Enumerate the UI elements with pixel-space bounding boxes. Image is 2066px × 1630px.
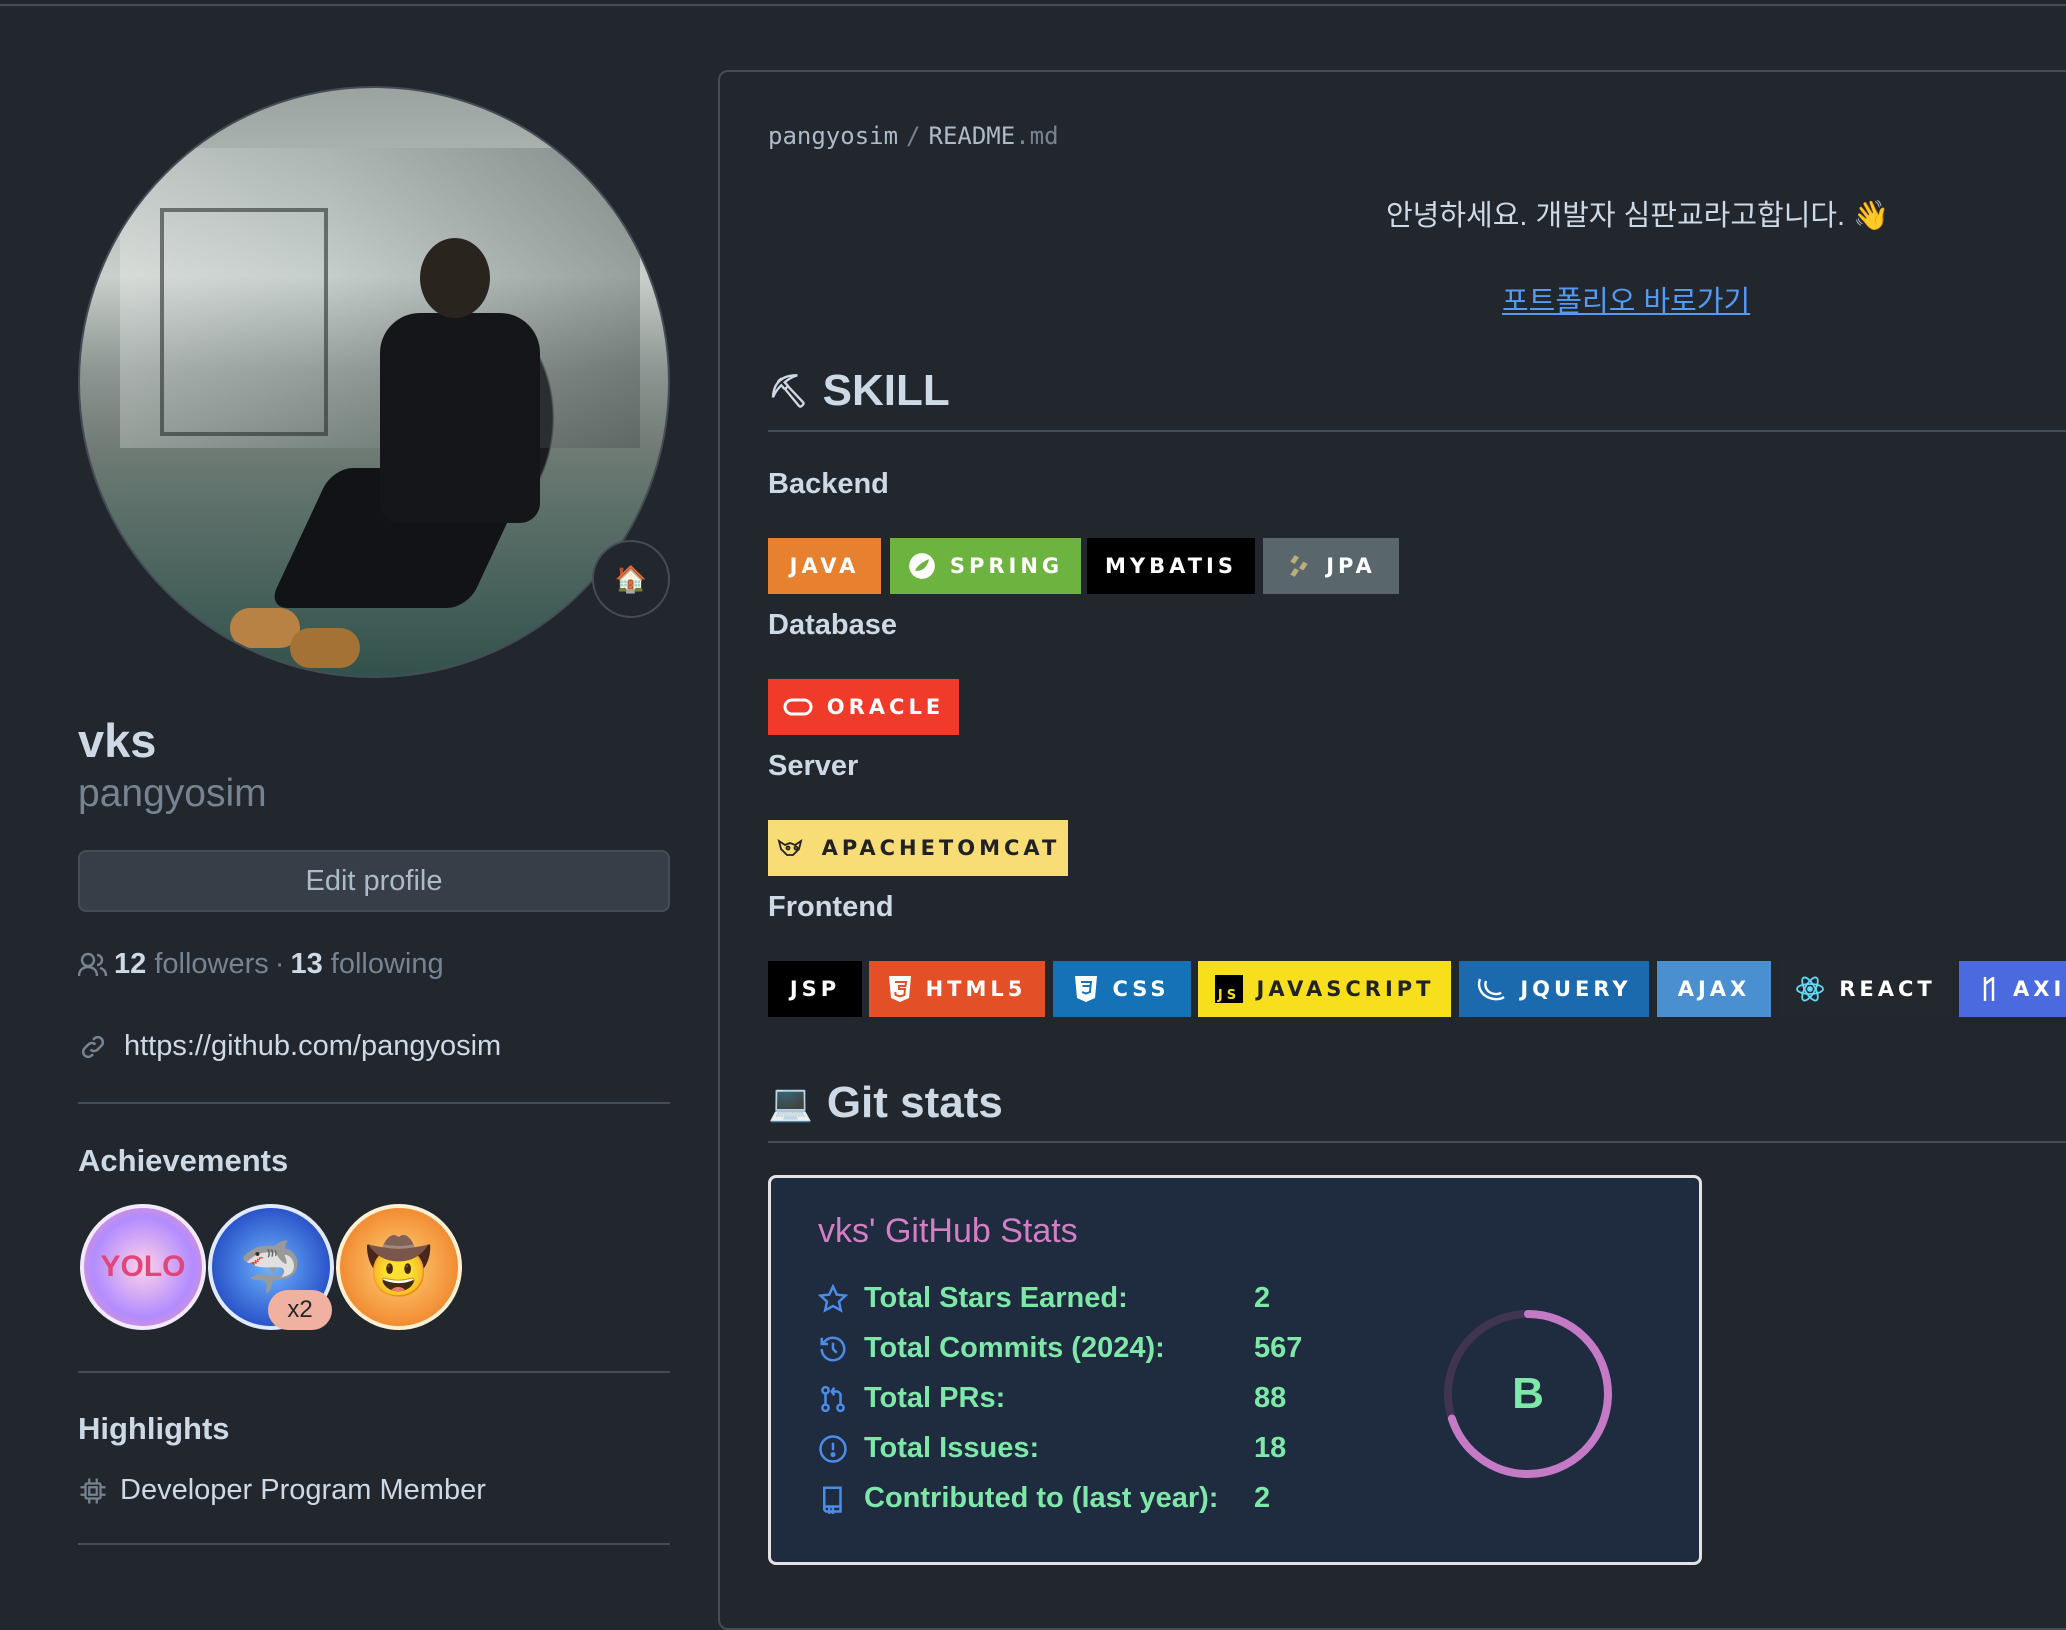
html5-icon <box>888 976 911 1002</box>
stat-row-commits: Total Commits (2024): 567 <box>818 1332 1302 1365</box>
follow-stats: 12 followers · 13 following <box>78 948 444 981</box>
highlight-item: Developer Program Member <box>78 1474 486 1507</box>
spring-icon <box>909 553 935 579</box>
database-heading: Database <box>768 609 897 641</box>
issue-icon <box>819 1434 847 1463</box>
pull-request-icon <box>821 1385 845 1412</box>
portfolio-link[interactable]: 포트폴리오 바로가기 <box>1502 278 1750 320</box>
react-icon <box>1796 976 1825 1002</box>
following-link[interactable]: 13 following <box>290 948 443 981</box>
repo-icon <box>823 1486 842 1514</box>
status-emoji-button[interactable]: 🏠 <box>592 540 670 618</box>
stats-title: vks' GitHub Stats <box>818 1212 1078 1250</box>
pick-icon: ⛏ <box>768 373 809 409</box>
grade-ring: B <box>1444 1310 1612 1478</box>
website-row: https://github.com/pangyosim <box>78 1030 501 1063</box>
stat-row-prs: Total PRs: 88 <box>818 1382 1286 1415</box>
achievements-heading: Achievements <box>78 1143 289 1178</box>
badge-javascript[interactable]: JS JAVASCRIPT <box>1198 961 1451 1017</box>
laptop-icon: 💻 <box>768 1082 813 1123</box>
oracle-icon <box>783 698 813 716</box>
website-link[interactable]: https://github.com/pangyosim <box>124 1030 501 1063</box>
profile-avatar[interactable] <box>78 86 670 678</box>
readme-path: pangyosim / README.md <box>768 122 1059 150</box>
axios-icon <box>1983 977 1995 1001</box>
badge-spring[interactable]: SPRING <box>890 538 1081 594</box>
highlights-heading: Highlights <box>78 1411 230 1446</box>
star-icon <box>818 1283 848 1313</box>
badge-apachetomcat[interactable]: APACHETOMCAT <box>768 820 1068 876</box>
badge-ajax[interactable]: AJAX <box>1657 961 1771 1017</box>
badge-css[interactable]: CSS <box>1053 961 1191 1017</box>
house-icon: 🏠 <box>614 563 648 594</box>
readme-greeting: 안녕하세요. 개발자 심판교라고합니다. 👋 <box>1386 200 1890 232</box>
divider <box>768 430 2066 432</box>
badge-jquery[interactable]: JQUERY <box>1459 961 1649 1017</box>
badge-html5[interactable]: HTML5 <box>869 961 1045 1017</box>
badge-mybatis[interactable]: MYBATIS <box>1087 538 1255 594</box>
javascript-icon: JS <box>1214 975 1243 1003</box>
svg-text:JS: JS <box>1216 988 1239 1003</box>
frontend-heading: Frontend <box>768 891 894 923</box>
badge-java[interactable]: JAVA <box>768 538 881 594</box>
grade-letter: B <box>1512 1369 1544 1418</box>
css3-icon <box>1075 976 1098 1002</box>
people-icon <box>78 952 108 976</box>
top-border <box>0 0 2066 6</box>
edit-profile-button[interactable]: Edit profile <box>78 850 670 912</box>
badge-oracle[interactable]: ORACLE <box>768 679 959 735</box>
divider <box>78 1371 670 1373</box>
history-icon <box>820 1336 846 1361</box>
cpu-icon <box>80 1478 106 1503</box>
readme-owner-link[interactable]: pangyosim <box>768 122 898 150</box>
avatar <box>78 86 670 678</box>
stat-row-issues: Total Issues: 18 <box>818 1432 1286 1465</box>
jquery-icon <box>1478 978 1506 1001</box>
divider <box>78 1543 670 1545</box>
followers-link[interactable]: 12 followers <box>114 948 269 981</box>
profile-name: vks <box>78 714 157 767</box>
stat-row-stars: Total Stars Earned: 2 <box>818 1282 1270 1315</box>
hibernate-icon <box>1290 555 1308 577</box>
readme-file-link[interactable]: README.md <box>929 122 1059 150</box>
git-stats-heading: 💻 Git stats <box>768 1078 1003 1127</box>
tomcat-icon <box>777 838 803 856</box>
divider <box>78 1102 670 1104</box>
link-icon <box>81 1035 105 1058</box>
badge-react[interactable]: REACT <box>1780 961 1951 1017</box>
achievement-yolo[interactable]: YOLO <box>80 1204 206 1330</box>
badge-jpa[interactable]: JPA <box>1263 538 1399 594</box>
skill-heading: ⛏ SKILL <box>768 366 950 415</box>
divider <box>768 1141 2066 1143</box>
stat-row-contributed: Contributed to (last year): 2 <box>818 1482 1270 1515</box>
profile-login: pangyosim <box>78 772 267 815</box>
achievement-quickdraw[interactable]: 🤠 <box>336 1204 462 1330</box>
backend-heading: Backend <box>768 468 889 500</box>
badge-axios[interactable]: AXI <box>1959 961 2066 1017</box>
achievement-count-badge: x2 <box>268 1290 332 1330</box>
badge-jsp[interactable]: JSP <box>768 961 862 1017</box>
server-heading: Server <box>768 750 859 782</box>
